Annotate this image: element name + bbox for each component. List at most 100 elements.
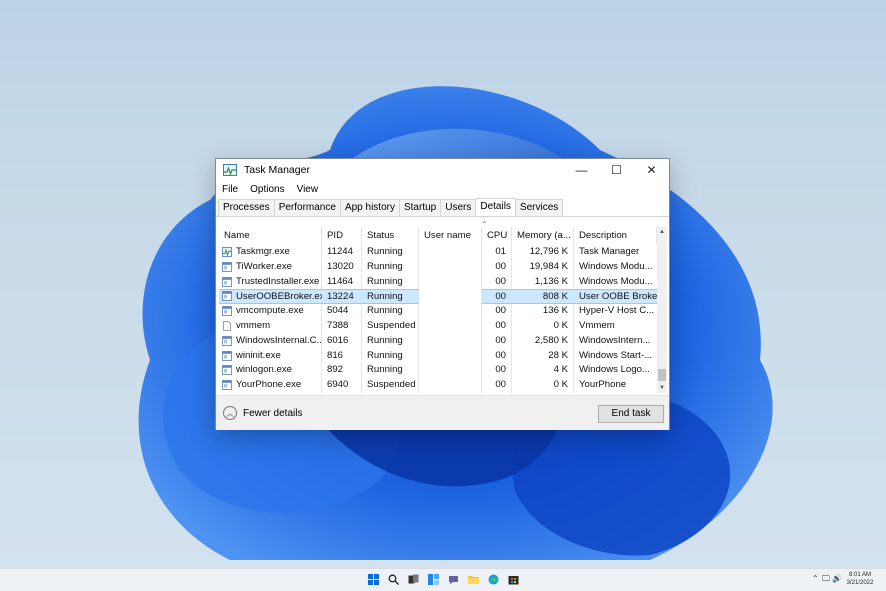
table-row[interactable]: Taskmgr.exe 11244 Running 01 12,796 K Task Ma… <box>219 245 657 260</box>
cell-status: Running <box>367 334 403 346</box>
cell-pid: 6940 <box>327 379 349 391</box>
table-row[interactable]: vmcompute.exe 5044 Running 00 136 K Hyper-V H… <box>219 304 657 319</box>
cell-status: Running <box>367 260 403 272</box>
table-row[interactable]: TiWorker.exe 13020 Running 00 19,984 K Window… <box>219 260 657 275</box>
scroll-up-icon[interactable]: ▲ <box>657 227 667 237</box>
cell-cpu: 00 <box>495 260 506 272</box>
cell-memory: 136 K <box>542 305 568 317</box>
table-row[interactable]: TrustedInstaller.exe 11464 Running 00 1,136 … <box>219 275 657 290</box>
cell-pid: 13020 <box>327 260 354 272</box>
cell-name: wininit.exe <box>236 349 281 361</box>
app-icon <box>222 291 232 302</box>
table-row[interactable]: WindowsInternal.C... 6016 Running 00 2,580 K… <box>219 334 657 349</box>
column-header-user-name[interactable]: User name <box>419 227 482 244</box>
cell-status: Running <box>367 305 403 317</box>
edge-icon[interactable] <box>487 573 500 586</box>
title-bar[interactable]: Task Manager — ☐ ✕ <box>216 159 669 181</box>
cell-user <box>419 275 482 290</box>
column-header-name[interactable]: Name <box>219 227 322 244</box>
cell-name: YourPhone.exe <box>236 379 302 391</box>
cell-name: TrustedInstaller.exe <box>236 275 320 287</box>
column-header-pid[interactable]: PID <box>322 227 362 244</box>
cell-memory: 28 K <box>548 349 568 361</box>
minimize-button[interactable]: — <box>564 159 599 181</box>
task-view-icon[interactable] <box>407 573 420 586</box>
tab-users[interactable]: Users <box>440 199 477 216</box>
footer-bar: ︿ Fewer details End task <box>216 395 669 430</box>
tab-app-history[interactable]: App history <box>339 199 400 216</box>
chevron-up-icon[interactable]: ⌃ <box>812 574 819 583</box>
cell-cpu: 01 <box>495 246 506 257</box>
column-header-cpu[interactable]: CPU <box>482 227 512 244</box>
scroll-down-icon[interactable]: ▼ <box>657 383 667 393</box>
clock[interactable]: 8:01 AM 3/21/2022 <box>840 571 880 587</box>
table-row[interactable]: UserOOBEBroker.exe 13224 Running 00 808 K Use… <box>219 289 657 305</box>
tab-processes[interactable]: Processes <box>218 199 275 216</box>
cell-cpu: 00 <box>482 289 512 305</box>
tab-startup[interactable]: Startup <box>398 199 442 216</box>
cell-pid: 7388 <box>327 320 349 331</box>
vertical-scrollbar[interactable]: ▲ ▼ <box>657 227 667 393</box>
cell-cpu: 00 <box>495 349 506 361</box>
menu-file[interactable]: File <box>216 184 244 195</box>
widgets-icon[interactable] <box>427 573 440 586</box>
cell-description: Task Manager <box>579 246 640 257</box>
tab-performance[interactable]: Performance <box>273 199 341 216</box>
cell-description: Vmmem <box>579 320 615 331</box>
cell-status: Suspended <box>367 320 416 331</box>
fewer-details-button[interactable]: ︿ Fewer details <box>223 406 302 420</box>
chat-icon[interactable] <box>447 573 460 586</box>
close-button[interactable]: ✕ <box>634 159 669 181</box>
cell-memory: 808 K <box>512 289 574 305</box>
cell-memory: 19,984 K <box>529 260 568 272</box>
cell-cpu: 00 <box>495 275 506 287</box>
app-icon <box>222 335 232 346</box>
cell-description: Windows Modu... <box>579 260 653 272</box>
menu-view[interactable]: View <box>291 184 325 195</box>
cell-user <box>419 260 482 275</box>
cell-memory: 0 K <box>553 379 568 391</box>
tab-divider <box>216 216 669 217</box>
column-header-status[interactable]: Status <box>362 227 419 244</box>
tab-details[interactable]: Details <box>475 198 516 217</box>
cell-user <box>419 289 482 304</box>
table-row[interactable]: winlogon.exe 892 Running 00 4 K Windows Logo.… <box>219 363 657 378</box>
menu-bar: File Options View <box>216 181 669 197</box>
table-row[interactable]: wininit.exe 816 Running 00 28 K Windows Start… <box>219 349 657 364</box>
app-icon <box>222 261 232 272</box>
cell-memory: 12,796 K <box>529 246 568 257</box>
cell-description: Hyper-V Host C... <box>579 305 655 317</box>
table-row[interactable]: vmmem 7388 Suspended 00 0 K Vmmem <box>219 319 657 334</box>
network-icon[interactable]: 🖵 <box>822 574 830 584</box>
cell-status: Running <box>362 289 419 305</box>
menu-options[interactable]: Options <box>244 184 290 195</box>
column-header-description[interactable]: Description <box>574 227 657 244</box>
end-task-button[interactable]: End task <box>598 405 664 423</box>
cell-user <box>419 245 482 260</box>
column-header-memory[interactable]: Memory (a... <box>512 227 574 244</box>
cell-description: User OOBE Broker <box>574 289 657 305</box>
scroll-thumb[interactable] <box>658 369 666 381</box>
app-icon <box>222 306 232 317</box>
cell-status: Running <box>367 246 403 257</box>
cell-cpu: 00 <box>495 334 506 346</box>
taskbar: ⌃ 🖵 🔊 8:01 AM 3/21/2022 <box>0 568 886 591</box>
cell-pid: 11244 <box>327 246 353 257</box>
cell-cpu: 00 <box>495 379 506 391</box>
cell-pid: 11464 <box>327 275 353 287</box>
cell-user <box>419 349 482 364</box>
store-icon[interactable] <box>507 573 520 586</box>
details-table: Name PID Status User name CPU Memory (a.… <box>219 227 657 393</box>
cell-user <box>419 334 482 349</box>
file-explorer-icon[interactable] <box>467 573 480 586</box>
task-manager-window: Task Manager — ☐ ✕ File Options View Pro… <box>215 158 670 430</box>
windows-start-icon[interactable] <box>367 573 380 586</box>
tab-services[interactable]: Services <box>514 199 564 216</box>
blank-file-icon <box>223 321 231 331</box>
cell-cpu: 00 <box>495 320 506 331</box>
search-icon[interactable] <box>387 573 400 586</box>
maximize-button[interactable]: ☐ <box>599 159 634 181</box>
cell-name: winlogon.exe <box>236 364 293 376</box>
table-row[interactable]: YourPhone.exe 6940 Suspended 00 0 K YourPhone <box>219 378 657 393</box>
cell-pid: 6016 <box>327 334 349 346</box>
